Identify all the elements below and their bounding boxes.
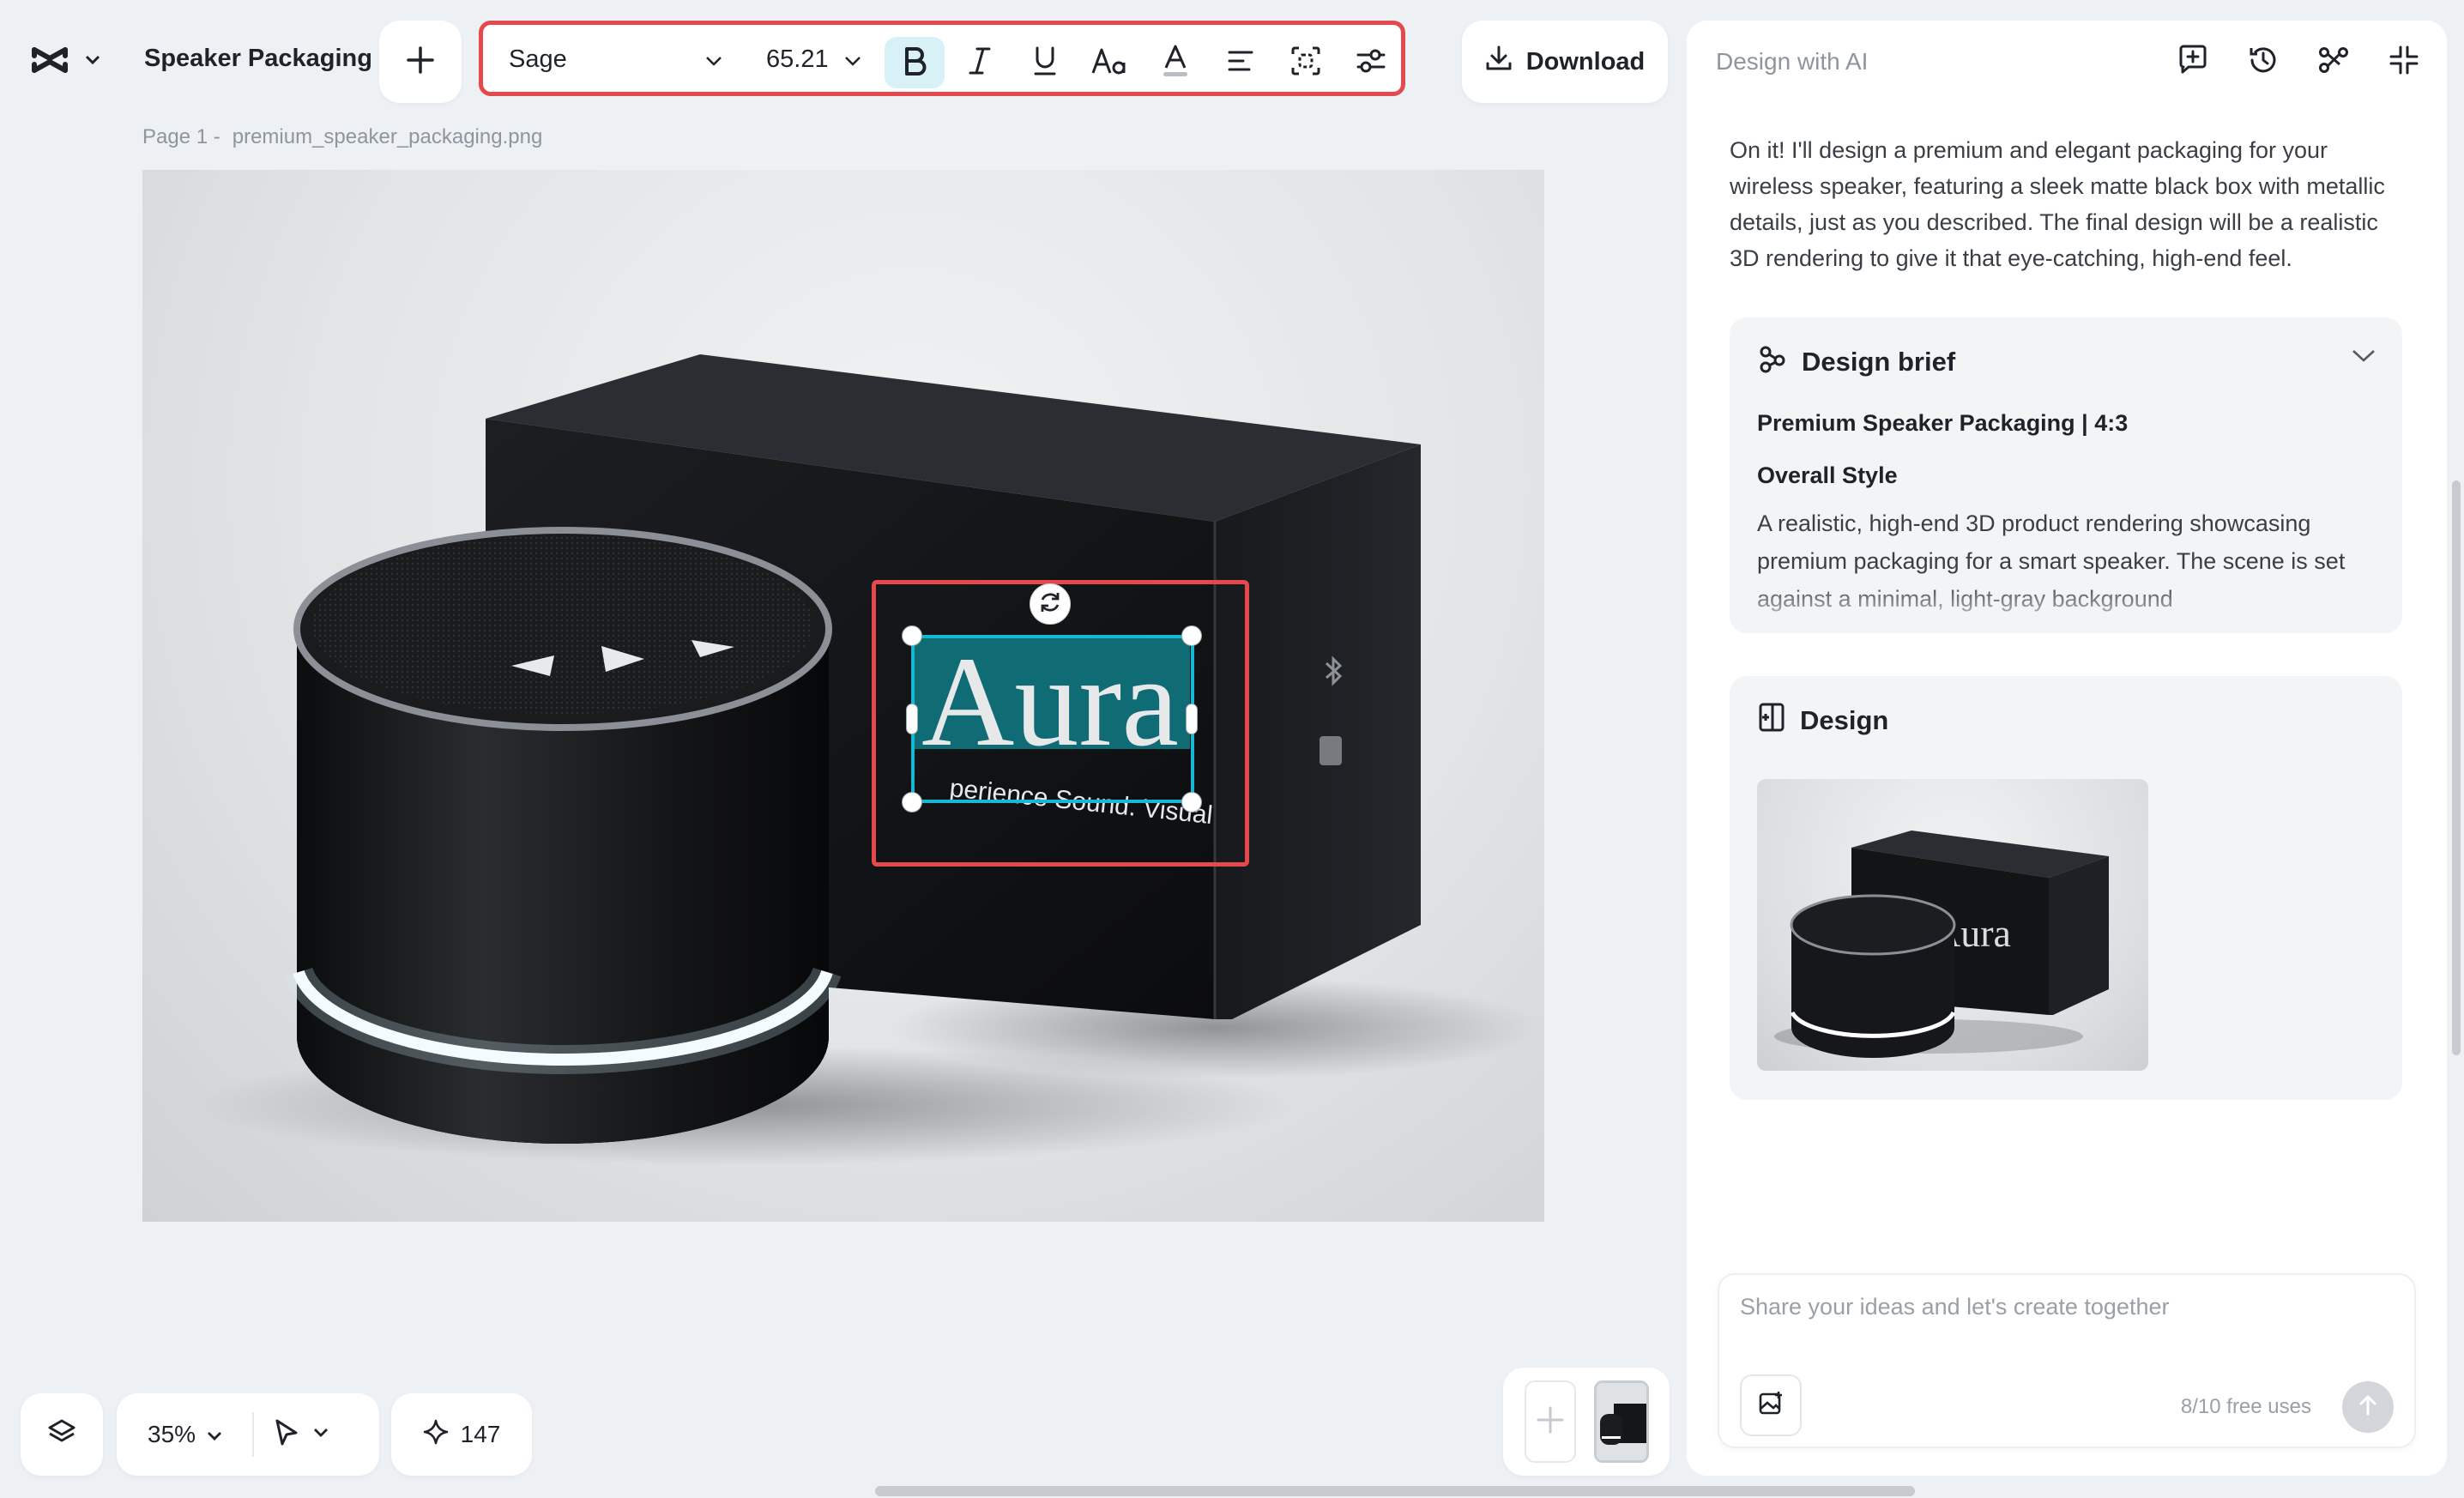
- pointer-tool-select[interactable]: [273, 1418, 329, 1452]
- zoom-controls: 35%: [117, 1393, 379, 1476]
- chevron-down-icon: [84, 54, 101, 70]
- ai-assistant-panel: Design with AI On it! I'll design a prem…: [1687, 21, 2447, 1476]
- add-image-icon: [1757, 1390, 1785, 1422]
- credits-button[interactable]: 147: [391, 1393, 532, 1476]
- credits-count: 147: [460, 1421, 501, 1447]
- rotate-handle[interactable]: [1030, 583, 1071, 625]
- frame-select-icon: [1290, 45, 1321, 81]
- history-icon: [2247, 44, 2280, 81]
- history-button[interactable]: [2244, 43, 2282, 81]
- share-flow-icon: [2317, 44, 2350, 81]
- ai-message: On it! I'll design a premium and elegant…: [1730, 137, 2385, 271]
- brief-icon: [1757, 343, 1788, 381]
- share-flow-button[interactable]: [2315, 43, 2352, 81]
- panel-title: Design with AI: [1716, 48, 1869, 75]
- font-family-value: Sage: [509, 45, 567, 73]
- underline-icon: [1032, 45, 1058, 81]
- design-thumbnail[interactable]: Aura: [1757, 779, 2148, 1071]
- bold-button[interactable]: [885, 37, 945, 88]
- font-family-select[interactable]: Sage: [509, 45, 723, 74]
- resize-handle-bottom-right[interactable]: [1181, 792, 1202, 812]
- design-canvas[interactable]: Aura perience Sound. Visual: [142, 170, 1544, 1222]
- text-selection-box[interactable]: [911, 635, 1194, 803]
- select-frame-button[interactable]: [1276, 37, 1336, 88]
- align-button[interactable]: [1211, 37, 1271, 88]
- add-button[interactable]: [379, 21, 462, 103]
- plus-icon: [1533, 1403, 1567, 1441]
- font-size-select[interactable]: 65.21: [766, 45, 862, 74]
- capcut-logo-icon: [31, 45, 69, 80]
- new-chat-icon: [2177, 44, 2209, 81]
- attach-image-button[interactable]: [1740, 1374, 1802, 1436]
- bold-icon: [902, 46, 927, 80]
- page-label: Page 1 - premium_speaker_packaging.png: [142, 125, 542, 149]
- download-icon: [1485, 45, 1513, 79]
- design-title: Design: [1800, 705, 1889, 735]
- sparkle-icon: [423, 1419, 449, 1451]
- collapse-panel-button[interactable]: [2385, 43, 2423, 81]
- app-menu-button[interactable]: [15, 31, 118, 93]
- arrow-up-icon: [2358, 1394, 2378, 1421]
- layers-icon: [46, 1417, 77, 1453]
- italic-icon: [967, 46, 993, 80]
- text-case-button[interactable]: [1080, 37, 1140, 88]
- brief-subtitle: Premium Speaker Packaging | 4:3: [1757, 410, 2129, 436]
- design-icon: [1757, 702, 1786, 740]
- download-label: Download: [1525, 47, 1646, 76]
- align-left-icon: [1227, 49, 1254, 77]
- chevron-down-icon[interactable]: [2351, 348, 2376, 368]
- send-button[interactable]: [2342, 1381, 2394, 1433]
- add-page-button[interactable]: [1524, 1380, 1576, 1463]
- rotate-icon: [1037, 589, 1063, 619]
- fade-overlay: [1730, 582, 2402, 633]
- text-color-icon: [1161, 44, 1190, 82]
- divider: [252, 1412, 254, 1457]
- resize-handle-top-left[interactable]: [902, 625, 922, 646]
- page-thumbnail[interactable]: [1593, 1380, 1649, 1463]
- free-uses-count: 8/10 free uses: [2180, 1395, 2311, 1418]
- underline-button[interactable]: [1015, 37, 1075, 88]
- plus-icon: [406, 45, 435, 79]
- panel-scrollbar[interactable]: [2452, 480, 2461, 1055]
- chat-input[interactable]: [1740, 1294, 2392, 1320]
- panel-actions: [2174, 43, 2423, 81]
- text-case-icon: [1091, 46, 1129, 80]
- download-button[interactable]: Download: [1462, 21, 1668, 103]
- new-chat-button[interactable]: [2174, 43, 2212, 81]
- chevron-down-icon: [312, 1427, 329, 1443]
- font-size-value: 65.21: [766, 45, 829, 73]
- page-file-name[interactable]: premium_speaker_packaging.png: [233, 125, 543, 148]
- cursor-icon: [273, 1418, 300, 1452]
- design-result-card: Design Aura: [1730, 676, 2402, 1100]
- collapse-icon: [2388, 44, 2420, 81]
- layers-button[interactable]: [21, 1393, 103, 1476]
- product-render-image: Aura perience Sound. Visual: [194, 354, 1541, 1165]
- resize-handle-left[interactable]: [906, 704, 918, 734]
- chevron-down-icon: [843, 45, 862, 74]
- brief-section-heading: Overall Style: [1757, 462, 1898, 488]
- page-number: Page 1 -: [142, 125, 220, 148]
- brief-title: Design brief: [1802, 347, 1956, 377]
- horizontal-scrollbar[interactable]: [875, 1486, 1915, 1496]
- zoom-select[interactable]: 35%: [117, 1421, 245, 1448]
- resize-handle-bottom-left[interactable]: [902, 792, 922, 812]
- chat-composer: 8/10 free uses: [1718, 1273, 2416, 1448]
- page-strip: [1503, 1368, 1670, 1476]
- resize-handle-right[interactable]: [1186, 704, 1198, 734]
- sliders-icon: [1356, 47, 1386, 79]
- project-name[interactable]: Speaker Packaging: [144, 45, 372, 73]
- design-brief-card[interactable]: Design brief Premium Speaker Packaging |…: [1730, 317, 2402, 633]
- zoom-value: 35%: [148, 1421, 196, 1447]
- adjust-button[interactable]: [1341, 37, 1401, 88]
- text-format-toolbar: Sage 65.21: [479, 21, 1405, 96]
- resize-handle-top-right[interactable]: [1181, 625, 1202, 646]
- italic-button[interactable]: [950, 37, 1010, 88]
- chevron-down-icon: [704, 45, 723, 74]
- chevron-down-icon: [206, 1421, 223, 1448]
- text-color-button[interactable]: [1145, 37, 1205, 88]
